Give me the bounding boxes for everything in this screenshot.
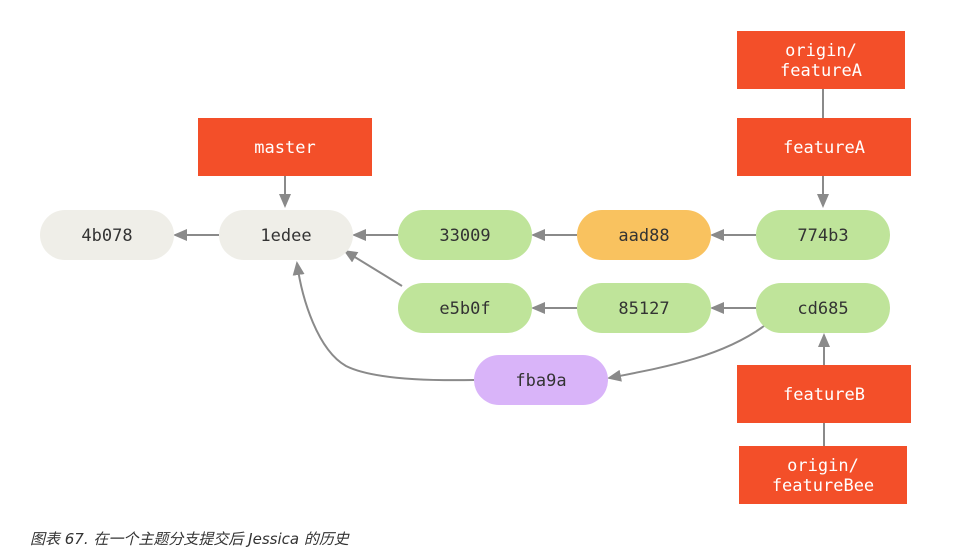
commit-node-4b078: 4b078: [40, 210, 174, 260]
commit-label: 4b078: [81, 226, 132, 246]
commit-node-1edee: 1edee: [219, 210, 353, 260]
commit-node-fba9a: fba9a: [474, 355, 608, 405]
commit-node-85127: 85127: [577, 283, 711, 333]
branch-name: featureB: [783, 385, 865, 405]
branch-label-origin-featureBee: origin/featureBee: [739, 446, 907, 504]
commit-label: cd685: [797, 299, 848, 319]
branch-name: featureA: [783, 138, 865, 158]
branch-name: featureA: [780, 61, 862, 81]
commit-node-e5b0f: e5b0f: [398, 283, 532, 333]
commit-label: 85127: [618, 299, 669, 319]
commit-label: e5b0f: [439, 299, 490, 319]
branch-label-origin-featureA: origin/featureA: [737, 31, 905, 89]
branch-label-featureB: featureB: [737, 365, 911, 423]
branch-label-featureA: featureA: [737, 118, 911, 176]
commit-label: fba9a: [515, 371, 566, 391]
commit-label: 33009: [439, 226, 490, 246]
commit-node-33009: 33009: [398, 210, 532, 260]
commit-node-774b3: 774b3: [756, 210, 890, 260]
commit-label: aad88: [618, 226, 669, 246]
commit-node-cd685: cd685: [756, 283, 890, 333]
edge-e5b0f-to-1edee: [343, 249, 403, 287]
branch-name: origin/: [787, 456, 859, 476]
figure-caption: 图表 67. 在一个主题分支提交后 Jessica 的历史: [30, 530, 349, 548]
branch-name: origin/: [785, 41, 857, 61]
branch-name: master: [254, 138, 315, 158]
branch-label-master: master: [198, 118, 372, 176]
commit-label: 774b3: [797, 226, 848, 246]
commit-graph: 4b078 1edee 33009 aad88 774b3 e5b0f 85127 cd685…: [40, 31, 911, 504]
branch-name: featureBee: [772, 476, 874, 496]
commit-node-aad88: aad88: [577, 210, 711, 260]
commit-label: 1edee: [260, 226, 311, 246]
